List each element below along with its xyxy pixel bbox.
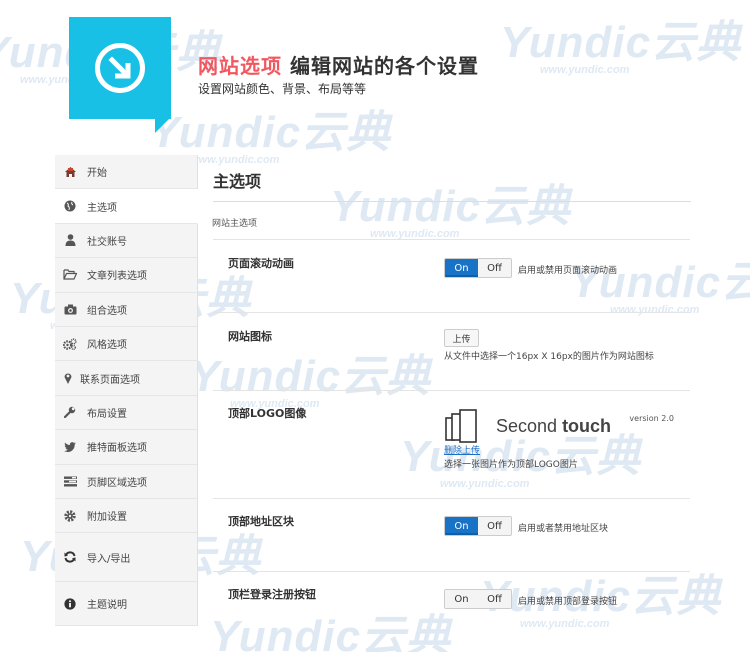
sidebar-item-label: 推特面板选项 bbox=[87, 443, 147, 455]
setting-label-top-login: 顶栏登录注册按钮 bbox=[228, 588, 316, 601]
scroll-animation-toggle[interactable]: On Off bbox=[444, 258, 512, 278]
main-panel: 主选项 网站主选项 页面滚动动画 On Off 启用或禁用页面滚动动画 网站图标… bbox=[198, 155, 691, 609]
sidebar-item-theme-doc[interactable]: 主题说明 bbox=[55, 582, 197, 627]
header-logo bbox=[69, 17, 171, 133]
sidebar-item-label: 开始 bbox=[87, 168, 107, 180]
sidebar-item-footer[interactable]: 页脚区域选项 bbox=[55, 464, 197, 499]
sidebar-item-label: 导入/导出 bbox=[87, 553, 131, 565]
logo-preview-version: version 2.0 bbox=[629, 414, 674, 423]
sidebar-item-start[interactable]: 开始 bbox=[55, 155, 197, 190]
favicon-upload-button[interactable]: 上传 bbox=[444, 329, 479, 347]
toggle-off-button[interactable]: Off bbox=[478, 590, 511, 608]
top-address-toggle[interactable]: On Off bbox=[444, 516, 512, 536]
sidebar-item-social[interactable]: 社交账号 bbox=[55, 223, 197, 259]
twitter-icon bbox=[63, 440, 77, 454]
sidebar-item-import-export[interactable]: 导入/导出 bbox=[55, 533, 197, 583]
sidebar-item-extra[interactable]: 附加设置 bbox=[55, 498, 197, 534]
sidebar: 开始 主选项 社交账号 文章列表选项 组合选项 风格选项 联系页面选项 布局设置… bbox=[55, 155, 198, 627]
gear-icon bbox=[63, 509, 77, 523]
toggle-on-button[interactable]: On bbox=[445, 590, 478, 608]
section-label: 网站主选项 bbox=[212, 219, 258, 229]
delete-upload-link[interactable]: 删除上传 bbox=[444, 443, 480, 456]
setting-hint: 启用或禁用顶部登录按钮 bbox=[518, 597, 618, 607]
arrow-down-right-icon bbox=[108, 56, 131, 79]
tasks-icon bbox=[63, 474, 77, 488]
divider bbox=[213, 201, 691, 202]
setting-label-top-address: 顶部地址区块 bbox=[228, 515, 294, 528]
map-marker-icon bbox=[63, 371, 73, 385]
sidebar-item-style[interactable]: 风格选项 bbox=[55, 326, 197, 362]
divider bbox=[213, 571, 690, 572]
setting-hint: 启用或者禁用地址区块 bbox=[518, 524, 609, 534]
refresh-icon bbox=[63, 550, 77, 564]
setting-label-favicon: 网站图标 bbox=[228, 330, 272, 343]
folder-open-icon bbox=[63, 268, 77, 282]
divider bbox=[213, 239, 690, 240]
sidebar-item-twitter[interactable]: 推特面板选项 bbox=[55, 430, 197, 465]
sidebar-item-label: 页脚区域选项 bbox=[87, 477, 147, 489]
top-login-toggle[interactable]: On Off bbox=[444, 589, 512, 609]
setting-label-top-logo: 顶部LOGO图像 bbox=[228, 407, 307, 420]
sidebar-item-post-list[interactable]: 文章列表选项 bbox=[55, 258, 197, 293]
sidebar-item-main-options[interactable]: 主选项 bbox=[55, 189, 198, 224]
toggle-on-button[interactable]: On bbox=[445, 259, 478, 277]
toggle-off-button[interactable]: Off bbox=[478, 517, 511, 535]
sidebar-item-label: 组合选项 bbox=[87, 305, 127, 317]
sidebar-item-label: 文章列表选项 bbox=[87, 271, 147, 283]
logo-preview-image: Second touch version 2.0 bbox=[444, 408, 674, 448]
setting-hint: 从文件中选择一个16px X 16px的图片作为网站图标 bbox=[444, 352, 654, 362]
divider bbox=[213, 312, 690, 313]
sidebar-item-contact[interactable]: 联系页面选项 bbox=[55, 361, 197, 396]
sidebar-item-label: 布局设置 bbox=[87, 408, 127, 420]
sidebar-item-label: 联系页面选项 bbox=[80, 374, 140, 386]
logo-preview-text: Second touch bbox=[496, 416, 612, 436]
page-title: 网站选项 编辑网站的各个设置 bbox=[198, 54, 479, 78]
sidebar-item-label: 主选项 bbox=[87, 202, 117, 214]
page-subtitle: 设置网站颜色、背景、布局等等 bbox=[198, 82, 367, 96]
info-icon bbox=[63, 597, 77, 611]
user-icon bbox=[63, 233, 77, 247]
sidebar-item-portfolio[interactable]: 组合选项 bbox=[55, 292, 197, 327]
sidebar-item-layout[interactable]: 布局设置 bbox=[55, 395, 197, 431]
home-icon bbox=[63, 165, 77, 179]
cogs-icon bbox=[63, 337, 77, 351]
globe-icon bbox=[63, 199, 77, 213]
setting-hint: 启用或禁用页面滚动动画 bbox=[518, 266, 618, 276]
section-title: 主选项 bbox=[213, 172, 262, 191]
sidebar-item-label: 风格选项 bbox=[87, 340, 127, 352]
setting-label-scroll-animation: 页面滚动动画 bbox=[228, 257, 294, 270]
toggle-on-button[interactable]: On bbox=[445, 517, 478, 535]
sidebar-item-label: 社交账号 bbox=[87, 236, 127, 248]
wrench-icon bbox=[63, 405, 77, 419]
setting-hint: 选择一张图片作为顶部LOGO图片 bbox=[444, 460, 578, 470]
toggle-off-button[interactable]: Off bbox=[478, 259, 511, 277]
watermark: Yundic云典www.yundic.com bbox=[500, 18, 742, 76]
sidebar-item-label: 主题说明 bbox=[87, 600, 127, 612]
watermark: Yundic云典www.yundic.com bbox=[210, 612, 452, 652]
watermark: Yundic云典www.yundic.com bbox=[190, 352, 432, 410]
divider bbox=[213, 498, 690, 499]
camera-icon bbox=[63, 302, 77, 316]
second-touch-logo-icon bbox=[445, 409, 477, 443]
sidebar-item-label: 附加设置 bbox=[87, 512, 127, 524]
divider bbox=[213, 390, 690, 391]
watermark: Yundic云典www.yundic.com bbox=[570, 258, 750, 316]
